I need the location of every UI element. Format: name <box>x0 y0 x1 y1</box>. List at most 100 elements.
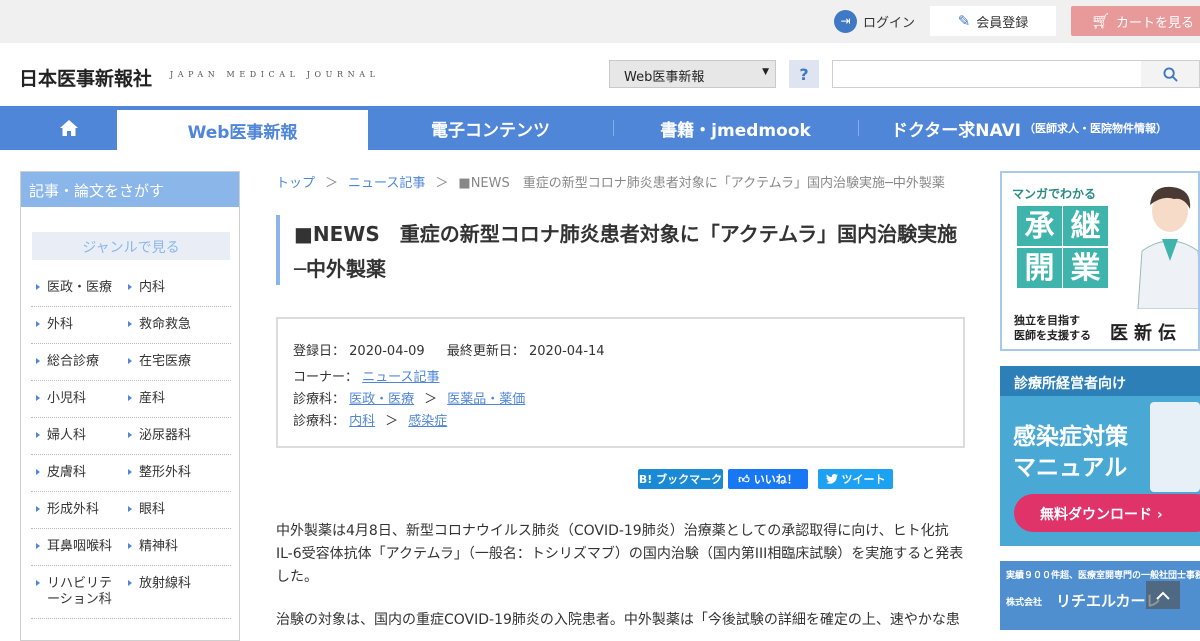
help-button[interactable]: ? <box>789 60 819 88</box>
free-download-button[interactable]: 無料ダウンロード › <box>1014 494 1200 532</box>
banner-headline-line: 感染症対策 <box>1013 424 1128 450</box>
breadcrumb-top[interactable]: トップ <box>276 176 315 191</box>
genre-row: 皮膚科 整形外科 <box>31 455 231 492</box>
genre-row: 外科 救命救急 <box>31 307 231 344</box>
dept-link[interactable]: 医薬品・薬価 <box>447 392 525 407</box>
article-meta: 登録日： 2020-04-09 最終更新日： 2020-04-14 コーナー： … <box>276 317 965 448</box>
dept-link[interactable]: 感染症 <box>408 414 447 429</box>
kiosk-illustration <box>1150 402 1200 492</box>
banner-kanji: 継 <box>1063 206 1108 246</box>
genre-item[interactable]: 整形外科 <box>123 455 231 491</box>
genre-item[interactable]: 皮膚科 <box>31 455 123 491</box>
banner-headline-line: マニュアル <box>1013 455 1128 481</box>
banner-brand: 医新伝 <box>1110 323 1182 344</box>
banner-company-name: リチエルカーレ <box>1056 592 1161 610</box>
genre-item[interactable]: 在宅医療 <box>123 344 231 380</box>
genre-item[interactable]: 形成外科 <box>31 492 123 528</box>
updated-label: 最終更新日： <box>446 344 525 359</box>
infection-manual-banner[interactable]: 診療所経営者向け 感染症対策 マニュアル 無料ダウンロード › <box>1000 366 1200 546</box>
genre-row: リハビリテーション科 放射線科 <box>31 566 231 619</box>
login-icon: ⇥ <box>834 9 857 33</box>
genre-item[interactable]: 小児科 <box>31 381 123 417</box>
genre-item[interactable]: 泌尿器科 <box>123 418 231 454</box>
genre-item[interactable]: 放射線科 <box>123 566 231 618</box>
article-paragraph: 中外製薬は4月8日、新型コロナウイルス肺炎（COVID-19肺炎）治療薬としての… <box>276 523 964 585</box>
main-nav: Web医事新報 電子コンテンツ 書籍・jmedmook ドクター求NAVI （医師… <box>0 106 1200 150</box>
banner-subtext-line: 医師を支援する <box>1014 329 1091 342</box>
genre-item[interactable]: 婦人科 <box>31 418 123 454</box>
genre-row: 小児科 産科 <box>31 381 231 418</box>
cart-icon: 🛒︎ <box>1091 12 1111 30</box>
search-scope-select[interactable]: Web医事新報 ▼ <box>609 60 776 88</box>
thumbs-up-icon: 👍︎ <box>738 472 750 486</box>
facebook-like-button[interactable]: 👍︎ いいね！ <box>728 469 808 489</box>
genre-item[interactable]: 産科 <box>123 381 231 417</box>
search-input[interactable] <box>832 60 1142 88</box>
genre-item[interactable]: 眼科 <box>123 492 231 528</box>
home-button[interactable] <box>20 106 117 150</box>
genre-heading: ジャンルで見る <box>32 232 230 260</box>
dept-row: 診療科： 医政・医療 ＞ 医薬品・薬価 <box>293 389 963 411</box>
updated-date: 2020-04-14 <box>529 344 605 359</box>
dept-separator: ＞ <box>424 392 438 407</box>
genre-item[interactable]: 内科 <box>123 270 231 306</box>
breadcrumb: トップ ＞ ニュース記事 ＞ ■NEWS 重症の新型コロナ肺炎患者対象に「アクテムラ」国… <box>276 172 945 191</box>
tab-doctor-navi[interactable]: ドクター求NAVI （医師求人・医院物件情報） <box>858 106 1200 150</box>
genre-item[interactable]: 総合診療 <box>31 344 123 380</box>
site-logo[interactable]: 日本医事新報社 <box>19 64 152 91</box>
dept-link[interactable]: 医政・医療 <box>349 392 414 407</box>
hatena-bookmark-button[interactable]: B! ブックマーク <box>638 469 723 489</box>
banner-headline: 感染症対策 マニュアル <box>1013 422 1128 484</box>
article-paragraph: 治験の対象は、国内の重症COVID-19肺炎の入院患者。中外製薬は「今後試験の詳… <box>276 612 960 628</box>
dept-link[interactable]: 内科 <box>349 414 375 429</box>
genre-item[interactable]: 医政・医療 <box>31 270 123 306</box>
tweet-button[interactable]: ツイート <box>818 469 893 489</box>
dropdown-arrow-icon: ▼ <box>762 67 769 77</box>
tab-web-news[interactable]: Web医事新報 <box>117 110 368 150</box>
search-icon <box>1162 66 1178 82</box>
doctor-illustration <box>1137 186 1198 309</box>
succession-banner[interactable]: マンガでわかる 承継開業 独立を目指す 医師を支援する 医新伝 <box>1000 171 1200 351</box>
tab-books[interactable]: 書籍・jmedmook <box>613 106 858 150</box>
breadcrumb-separator: ＞ <box>325 176 339 191</box>
banner-kanji: 承 <box>1017 206 1062 246</box>
breadcrumb-separator: ＞ <box>435 176 449 191</box>
genre-item[interactable]: 精神科 <box>123 529 231 565</box>
cart-button[interactable]: 🛒︎ カートを見る <box>1071 6 1200 36</box>
dept-label: 診療科： <box>293 414 346 429</box>
registered-label: 登録日： <box>293 344 346 359</box>
banner-kanji-block: 承継開業 <box>1017 206 1117 290</box>
corner-link[interactable]: ニュース記事 <box>362 370 439 385</box>
tab-digital-content[interactable]: 電子コンテンツ <box>368 106 613 150</box>
scroll-to-top-button[interactable] <box>1146 581 1180 609</box>
banner-subtext-line: 独立を目指す <box>1014 314 1080 327</box>
search-button[interactable] <box>1141 60 1200 88</box>
genre-row: 耳鼻咽喉科 精神科 <box>31 529 231 566</box>
register-button[interactable]: ✎ 会員登録 <box>930 6 1056 36</box>
genre-item[interactable]: 救命救急 <box>123 307 231 343</box>
register-label: 会員登録 <box>976 15 1029 31</box>
chevron-up-icon <box>1156 591 1170 600</box>
banner-kanji: 開 <box>1017 248 1062 288</box>
like-label: いいね！ <box>753 473 798 486</box>
breadcrumb-news[interactable]: ニュース記事 <box>348 176 425 191</box>
genre-item[interactable]: 外科 <box>31 307 123 343</box>
corner-row: コーナー： ニュース記事 <box>293 367 963 389</box>
login-link[interactable]: ⇥ ログイン <box>834 9 915 33</box>
genre-row: 婦人科 泌尿器科 <box>31 418 231 455</box>
login-label: ログイン <box>863 15 916 31</box>
banner-subtext: 独立を目指す 医師を支援する <box>1014 313 1091 343</box>
register-icon: ✎ <box>957 12 971 30</box>
genre-item[interactable]: リハビリテーション科 <box>31 566 123 618</box>
dept-label: 診療科： <box>293 392 346 407</box>
tweet-label: ツイート <box>841 473 886 486</box>
dept-separator: ＞ <box>385 414 399 429</box>
banner-company-type: 株式会社 <box>1006 598 1043 608</box>
genre-item[interactable]: 耳鼻咽喉科 <box>31 529 123 565</box>
tab-doctor-navi-label: ドクター求NAVI <box>890 120 1022 141</box>
site-logo-subtitle: JAPAN MEDICAL JOURNAL <box>170 70 380 79</box>
date-row: 登録日： 2020-04-09 最終更新日： 2020-04-14 <box>293 341 963 363</box>
breadcrumb-current: ■NEWS 重症の新型コロナ肺炎患者対象に「アクテムラ」国内治験実施─中外製薬 <box>458 176 945 191</box>
cart-label: カートを見る <box>1116 15 1195 31</box>
banner-header: 診療所経営者向け <box>1000 366 1200 396</box>
